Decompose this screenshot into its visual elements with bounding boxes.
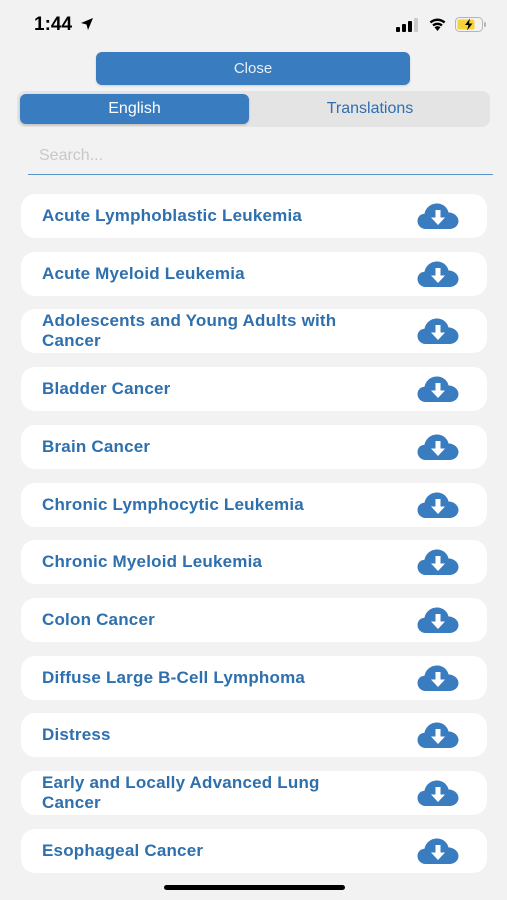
status-bar: 1:44 bbox=[0, 0, 507, 50]
list-item[interactable]: Colon Cancer bbox=[21, 598, 487, 642]
download-cloud-icon[interactable] bbox=[417, 317, 459, 345]
list-item[interactable]: Diffuse Large B-Cell Lymphoma bbox=[21, 656, 487, 700]
list-item-label: Esophageal Cancer bbox=[42, 841, 204, 860]
list-item[interactable]: Chronic Myeloid Leukemia bbox=[21, 540, 487, 584]
list-item-label: Chronic Myeloid Leukemia bbox=[42, 552, 263, 571]
list-item[interactable]: Acute Lymphoblastic Leukemia bbox=[21, 194, 487, 238]
list-item-label: Colon Cancer bbox=[42, 610, 155, 629]
tab-translations[interactable]: Translations bbox=[253, 94, 487, 124]
search-field bbox=[28, 140, 493, 175]
close-button[interactable]: Close bbox=[96, 52, 410, 85]
tab-english[interactable]: English bbox=[20, 94, 249, 124]
download-cloud-icon[interactable] bbox=[417, 260, 459, 288]
list-item-label: Brain Cancer bbox=[42, 437, 151, 456]
list-item[interactable]: Esophageal Cancer bbox=[21, 829, 487, 873]
download-cloud-icon[interactable] bbox=[417, 721, 459, 749]
list-item[interactable]: Adolescents and Young Adults with Cancer bbox=[21, 309, 487, 353]
list-item[interactable]: Bladder Cancer bbox=[21, 367, 487, 411]
list-item-label: Adolescents and Young Adults with Cancer bbox=[42, 311, 337, 350]
download-cloud-icon[interactable] bbox=[417, 202, 459, 230]
download-cloud-icon[interactable] bbox=[417, 491, 459, 519]
download-cloud-icon[interactable] bbox=[417, 779, 459, 807]
download-cloud-icon[interactable] bbox=[417, 664, 459, 692]
list-item[interactable]: Brain Cancer bbox=[21, 425, 487, 469]
language-segmented-control: English Translations bbox=[17, 91, 490, 127]
location-arrow-icon bbox=[81, 18, 93, 30]
download-cloud-icon[interactable] bbox=[417, 837, 459, 865]
list-item[interactable]: Distress bbox=[21, 713, 487, 757]
list-item[interactable]: Chronic Lymphocytic Leukemia bbox=[21, 483, 487, 527]
list-item-label: Acute Myeloid Leukemia bbox=[42, 264, 245, 283]
download-cloud-icon[interactable] bbox=[417, 606, 459, 634]
home-indicator[interactable] bbox=[164, 885, 345, 890]
search-input[interactable] bbox=[28, 140, 493, 172]
list-item-label: Distress bbox=[42, 725, 111, 744]
list-item-label: Diffuse Large B-Cell Lymphoma bbox=[42, 668, 306, 687]
list-item-label: Bladder Cancer bbox=[42, 379, 171, 398]
download-cloud-icon[interactable] bbox=[417, 548, 459, 576]
list-item-label: Chronic Lymphocytic Leukemia bbox=[42, 495, 304, 514]
list-item-label: Acute Lymphoblastic Leukemia bbox=[42, 206, 303, 225]
wifi-icon bbox=[429, 18, 446, 31]
battery-charging-icon bbox=[455, 17, 486, 32]
download-cloud-icon[interactable] bbox=[417, 375, 459, 403]
cellular-signal-icon bbox=[396, 18, 418, 32]
list-item-label: Early and Locally Advanced Lung Cancer bbox=[42, 773, 320, 812]
download-cloud-icon[interactable] bbox=[417, 433, 459, 461]
list-item[interactable]: Early and Locally Advanced Lung Cancer bbox=[21, 771, 487, 815]
status-time: 1:44 bbox=[34, 14, 73, 35]
list-item[interactable]: Acute Myeloid Leukemia bbox=[21, 252, 487, 296]
